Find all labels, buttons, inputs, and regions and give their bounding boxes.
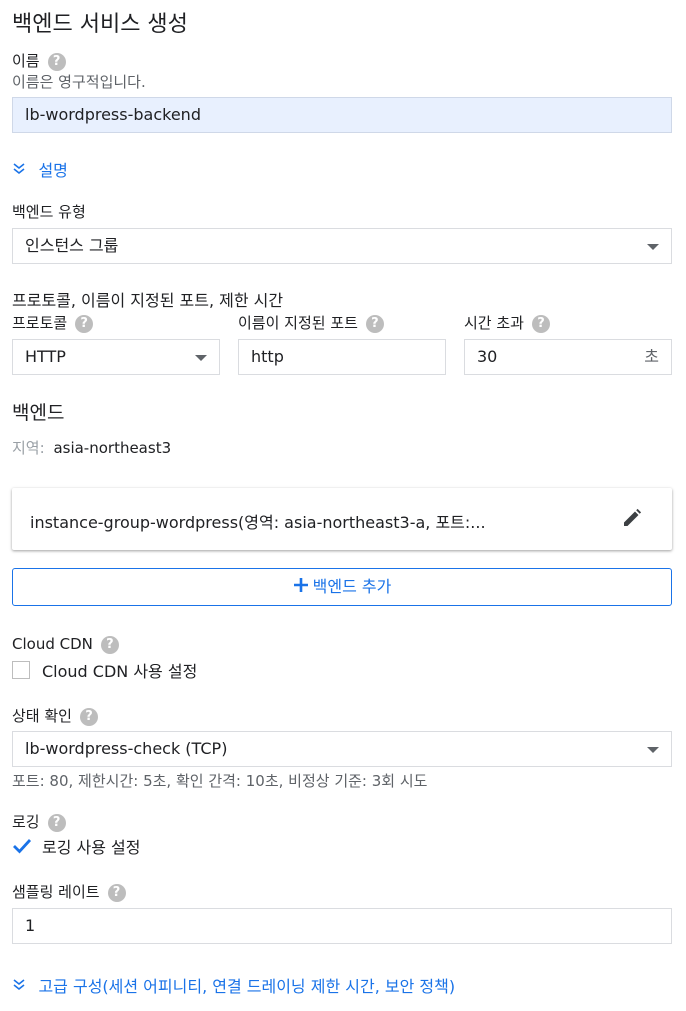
- help-icon[interactable]: ?: [107, 883, 126, 902]
- help-icon[interactable]: ?: [47, 52, 66, 71]
- region-value: asia-northeast3: [53, 439, 172, 457]
- health-check-details: 포트: 80, 제한시간: 5초, 확인 간격: 10초, 비정상 기준: 3회…: [12, 772, 428, 790]
- logging-checkbox-label: 로깅 사용 설정: [42, 838, 141, 857]
- protocol-label: 프로토콜: [12, 314, 68, 332]
- named-port-label-row: 이름이 지정된 포트?: [238, 312, 384, 333]
- backend-type-select[interactable]: 인스턴스 그룹: [12, 228, 672, 264]
- timeout-label-row: 시간 초과?: [464, 312, 550, 333]
- help-icon[interactable]: ?: [79, 707, 98, 726]
- health-check-select[interactable]: lb-wordpress-check (TCP): [12, 731, 672, 767]
- timeout-input[interactable]: 30 초: [464, 339, 672, 375]
- add-backend-button[interactable]: 백엔드 추가: [12, 568, 672, 606]
- chevron-double-down-icon: [12, 163, 30, 180]
- help-icon[interactable]: ?: [531, 314, 550, 333]
- protocol-label-row: 프로토콜?: [12, 312, 94, 333]
- name-hint: 이름은 영구적입니다.: [12, 73, 146, 91]
- sampling-rate-input[interactable]: 1: [12, 908, 672, 944]
- logging-label-row: 로깅?: [12, 811, 66, 832]
- add-backend-label: 백엔드 추가: [312, 577, 392, 596]
- backend-type-label: 백엔드 유형: [12, 203, 86, 221]
- timeout-label: 시간 초과: [464, 314, 524, 332]
- description-toggle-label: 설명: [38, 161, 68, 180]
- health-check-value: lb-wordpress-check (TCP): [25, 739, 228, 758]
- sampling-label-row: 샘플링 레이트?: [12, 881, 126, 902]
- help-icon[interactable]: ?: [100, 635, 119, 654]
- help-icon[interactable]: ?: [47, 813, 66, 832]
- logging-label: 로깅: [12, 813, 40, 831]
- chevron-down-icon: [647, 244, 659, 250]
- cdn-checkbox-label: Cloud CDN 사용 설정: [42, 662, 198, 681]
- region-label: 지역:: [12, 439, 45, 457]
- backend-type-value: 인스턴스 그룹: [25, 236, 119, 255]
- checkmark-icon[interactable]: [12, 836, 32, 856]
- chevron-down-icon: [647, 747, 659, 753]
- backends-heading: 백엔드: [12, 402, 65, 424]
- named-port-input[interactable]: http: [238, 339, 446, 375]
- advanced-toggle-label: 고급 구성(세션 어피니티, 연결 드레이닝 제한 시간, 보안 정책): [38, 977, 456, 996]
- health-check-label: 상태 확인: [12, 707, 72, 725]
- timeout-unit: 초: [644, 347, 659, 366]
- chevron-down-icon: [195, 355, 207, 361]
- protocol-select[interactable]: HTTP: [12, 339, 220, 375]
- protocol-section-heading: 프로토콜, 이름이 지정된 포트, 제한 시간: [12, 291, 284, 310]
- named-port-label: 이름이 지정된 포트: [238, 314, 358, 332]
- logging-checkbox-row[interactable]: 로깅 사용 설정: [12, 834, 141, 858]
- help-icon[interactable]: ?: [75, 314, 94, 333]
- timeout-value: 30: [477, 347, 498, 366]
- region-row: 지역: asia-northeast3: [12, 437, 171, 458]
- plus-icon: [293, 570, 309, 606]
- help-icon[interactable]: ?: [365, 314, 384, 333]
- cdn-label: Cloud CDN: [12, 635, 93, 653]
- cdn-label-row: Cloud CDN?: [12, 635, 119, 654]
- edit-icon[interactable]: [622, 508, 642, 532]
- name-input[interactable]: lb-wordpress-backend: [12, 97, 672, 133]
- description-toggle[interactable]: 설명: [12, 157, 68, 181]
- name-label-row: 이름?: [12, 50, 66, 71]
- chevron-double-down-icon: [12, 979, 30, 996]
- cdn-checkbox-row[interactable]: Cloud CDN 사용 설정: [12, 658, 197, 682]
- page-title: 백엔드 서비스 생성: [12, 12, 188, 37]
- protocol-value: HTTP: [25, 347, 66, 366]
- name-label: 이름: [12, 52, 40, 70]
- health-check-label-row: 상태 확인?: [12, 705, 98, 726]
- advanced-toggle[interactable]: 고급 구성(세션 어피니티, 연결 드레이닝 제한 시간, 보안 정책): [12, 973, 455, 997]
- backend-item-card[interactable]: instance-group-wordpress(영역: asia-northe…: [12, 488, 672, 550]
- cdn-checkbox[interactable]: [12, 661, 30, 679]
- backend-item-text: instance-group-wordpress(영역: asia-northe…: [30, 513, 486, 532]
- sampling-label: 샘플링 레이트: [12, 883, 100, 901]
